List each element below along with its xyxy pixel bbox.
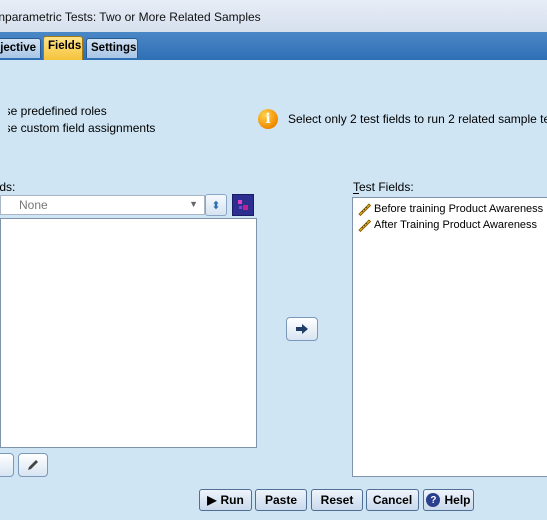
run-button[interactable]: ▶ Run bbox=[199, 489, 252, 511]
list-item[interactable]: Before training Product Awareness bbox=[353, 201, 547, 217]
ruler-icon bbox=[358, 219, 371, 232]
move-right-icon bbox=[296, 324, 308, 334]
paste-button[interactable]: Paste bbox=[255, 489, 307, 511]
mnemonic-underline bbox=[353, 193, 359, 194]
predefined-roles-label: Use predefined roles bbox=[0, 104, 107, 118]
test-fields-label: Test Fields: bbox=[353, 180, 414, 194]
tab-objective[interactable]: Objective bbox=[0, 38, 41, 58]
custom-assignments-label: Use custom field assignments bbox=[0, 121, 156, 135]
predefined-roles-option[interactable]: Use predefined roles bbox=[0, 104, 107, 118]
reset-button[interactable]: Reset bbox=[311, 489, 363, 511]
tab-strip: Objective Fields Settings bbox=[0, 32, 547, 60]
test-field-name: After Training Product Awareness bbox=[374, 219, 538, 231]
fields-label: Fields: bbox=[0, 180, 16, 194]
sort-dropdown-value: None bbox=[19, 198, 48, 212]
chevron-down-icon: ▼ bbox=[189, 199, 198, 209]
fields-tab-panel: Use predefined roles Use custom field as… bbox=[0, 60, 547, 520]
info-icon: i bbox=[258, 109, 278, 129]
sort-dropdown[interactable]: None ▼ bbox=[0, 195, 205, 215]
tab-settings[interactable]: Settings bbox=[86, 38, 138, 58]
measurement-button[interactable] bbox=[0, 453, 14, 477]
filter-icon bbox=[238, 200, 248, 210]
window-title: Nonparametric Tests: Two or More Related… bbox=[0, 10, 261, 24]
help-button[interactable]: ? Help bbox=[423, 489, 474, 511]
info-message-text: Select only 2 test fields to run 2 relat… bbox=[288, 112, 547, 126]
edit-field-button[interactable] bbox=[18, 453, 48, 477]
ruler-icon bbox=[358, 203, 371, 216]
help-icon: ? bbox=[426, 493, 441, 507]
move-to-test-fields-button[interactable] bbox=[286, 317, 318, 341]
test-field-name: Before training Product Awareness bbox=[374, 203, 544, 215]
info-message: i Select only 2 test fields to run 2 rel… bbox=[258, 108, 547, 130]
list-item[interactable]: After Training Product Awareness bbox=[353, 217, 547, 233]
cancel-button[interactable]: Cancel bbox=[366, 489, 419, 511]
pencil-icon bbox=[28, 460, 38, 470]
fields-listbox[interactable] bbox=[0, 218, 257, 448]
custom-assignments-option[interactable]: Use custom field assignments bbox=[0, 121, 155, 135]
sort-order-button[interactable]: ⬍ bbox=[205, 194, 227, 216]
sort-icon: ⬍ bbox=[211, 199, 221, 212]
title-bar: Nonparametric Tests: Two or More Related… bbox=[0, 0, 547, 32]
filter-button[interactable] bbox=[232, 194, 254, 216]
play-icon: ▶ bbox=[207, 493, 217, 507]
tab-fields[interactable]: Fields bbox=[43, 36, 83, 60]
test-fields-listbox[interactable]: Before training Product Awareness After … bbox=[352, 197, 547, 477]
